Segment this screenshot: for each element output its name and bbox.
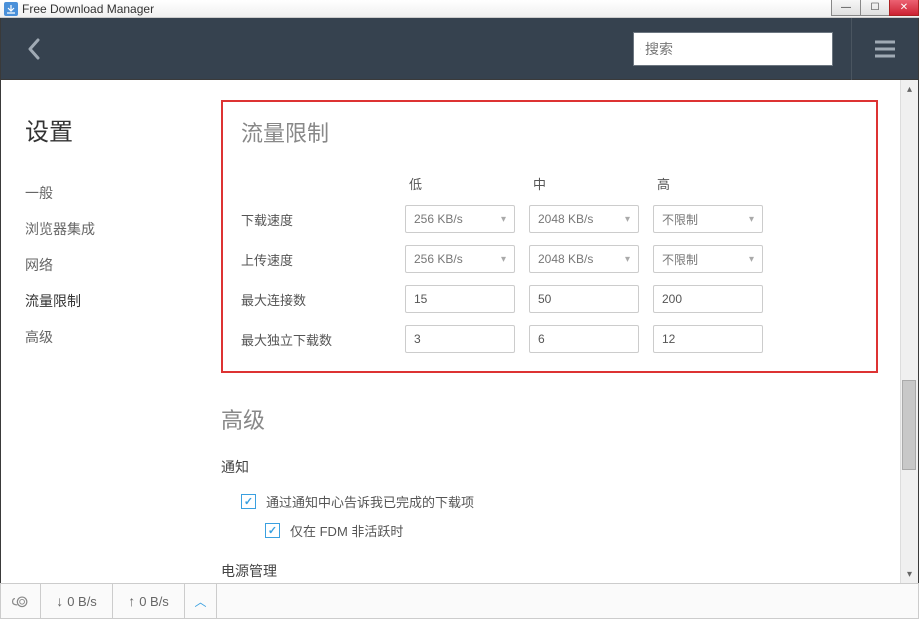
top-toolbar	[0, 18, 919, 80]
traffic-limit-title: 流量限制	[241, 116, 858, 148]
sidebar-item-advanced[interactable]: 高级	[25, 319, 201, 355]
hamburger-icon	[874, 40, 896, 58]
window-titlebar: Free Download Manager — ☐ ✕	[0, 0, 919, 18]
notifications-subtitle: 通知	[221, 457, 878, 477]
row-label-max-downloads: 最大独立下载数	[241, 330, 401, 349]
chevron-down-icon: ▾	[501, 214, 506, 225]
minimize-button[interactable]: —	[831, 0, 861, 16]
chevron-down-icon: ▾	[749, 214, 754, 225]
app-icon	[4, 2, 18, 16]
down-arrow-icon: ↓	[56, 593, 63, 609]
main-area: 设置 一般 浏览器集成 网络 流量限制 高级 流量限制 低 中 高 下载速度 2…	[0, 80, 919, 583]
max-dl-med-input[interactable]	[529, 325, 639, 353]
settings-content: 流量限制 低 中 高 下载速度 256 KB/s▾ 2048 KB/s▾ 不限制…	[201, 80, 918, 583]
search-icon	[640, 41, 641, 57]
max-conn-med-input[interactable]	[529, 285, 639, 313]
row-label-max-connections: 最大连接数	[241, 290, 401, 309]
status-bar: ↓0 B/s ↑0 B/s ︿	[0, 583, 919, 619]
search-input[interactable]	[645, 41, 826, 57]
col-header-low: 低	[405, 174, 525, 193]
chevron-up-icon: ︿	[195, 593, 207, 610]
download-speed-med-select[interactable]: 2048 KB/s▾	[529, 205, 639, 233]
power-subtitle: 电源管理	[221, 561, 878, 581]
upload-speed-med-select[interactable]: 2048 KB/s▾	[529, 245, 639, 273]
download-speed-status: ↓0 B/s	[41, 584, 113, 618]
max-conn-high-input[interactable]	[653, 285, 763, 313]
download-speed-low-select[interactable]: 256 KB/s▾	[405, 205, 515, 233]
notify-completed-row: ✓ 通过通知中心告诉我已完成的下载项	[221, 487, 878, 516]
only-inactive-row: ✓ 仅在 FDM 非活跃时	[221, 516, 878, 545]
max-dl-high-input[interactable]	[653, 325, 763, 353]
advanced-title: 高级	[221, 403, 878, 435]
window-title: Free Download Manager	[22, 2, 154, 16]
maximize-button[interactable]: ☐	[860, 0, 890, 16]
advanced-section: 高级 通知 ✓ 通过通知中心告诉我已完成的下载项 ✓ 仅在 FDM 非活跃时 电…	[221, 403, 878, 583]
col-header-high: 高	[653, 174, 763, 193]
chevron-down-icon: ▾	[749, 254, 754, 265]
scroll-up-icon[interactable]: ▴	[901, 80, 918, 98]
back-button[interactable]	[19, 29, 49, 69]
traffic-limit-section: 流量限制 低 中 高 下载速度 256 KB/s▾ 2048 KB/s▾ 不限制…	[221, 100, 878, 373]
only-inactive-label: 仅在 FDM 非活跃时	[290, 521, 403, 540]
upload-speed-low-select[interactable]: 256 KB/s▾	[405, 245, 515, 273]
download-speed-high-select[interactable]: 不限制▾	[653, 205, 763, 233]
only-inactive-checkbox[interactable]: ✓	[265, 523, 280, 538]
chevron-down-icon: ▾	[625, 214, 630, 225]
scroll-down-icon[interactable]: ▾	[901, 565, 918, 583]
notify-completed-checkbox[interactable]: ✓	[241, 494, 256, 509]
sidebar-item-traffic-limit[interactable]: 流量限制	[25, 283, 201, 319]
chevron-down-icon: ▾	[501, 254, 506, 265]
sidebar-item-browser-integration[interactable]: 浏览器集成	[25, 211, 201, 247]
hamburger-menu-button[interactable]	[870, 29, 900, 69]
sidebar-item-network[interactable]: 网络	[25, 247, 201, 283]
row-label-download-speed: 下载速度	[241, 210, 401, 229]
chevron-down-icon: ▾	[625, 254, 630, 265]
upload-speed-high-select[interactable]: 不限制▾	[653, 245, 763, 273]
settings-sidebar: 设置 一般 浏览器集成 网络 流量限制 高级	[1, 80, 201, 583]
notify-completed-label: 通过通知中心告诉我已完成的下载项	[266, 492, 474, 511]
traffic-grid: 低 中 高 下载速度 256 KB/s▾ 2048 KB/s▾ 不限制▾ 上传速…	[241, 174, 858, 353]
upload-speed-status: ↑0 B/s	[113, 584, 185, 618]
statusbar-toggle-button[interactable]: ︿	[185, 584, 217, 618]
max-conn-low-input[interactable]	[405, 285, 515, 313]
toolbar-divider	[851, 18, 852, 80]
col-header-med: 中	[529, 174, 649, 193]
page-title: 设置	[25, 112, 201, 147]
vertical-scrollbar[interactable]: ▴ ▾	[900, 80, 918, 583]
snail-mode-button[interactable]	[1, 584, 41, 618]
max-dl-low-input[interactable]	[405, 325, 515, 353]
window-controls: — ☐ ✕	[832, 0, 919, 16]
scrollbar-thumb[interactable]	[902, 380, 916, 470]
close-button[interactable]: ✕	[889, 0, 919, 16]
row-label-upload-speed: 上传速度	[241, 250, 401, 269]
snail-icon	[11, 592, 30, 610]
sidebar-item-general[interactable]: 一般	[25, 175, 201, 211]
search-box[interactable]	[633, 32, 833, 66]
up-arrow-icon: ↑	[128, 593, 135, 609]
